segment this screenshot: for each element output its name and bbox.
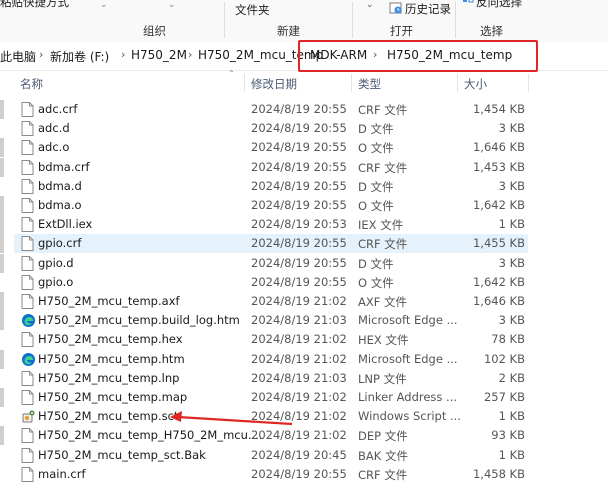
red-arrow-annotation — [170, 411, 293, 426]
red-arrow-line — [177, 415, 293, 426]
red-arrow-head — [170, 411, 182, 422]
